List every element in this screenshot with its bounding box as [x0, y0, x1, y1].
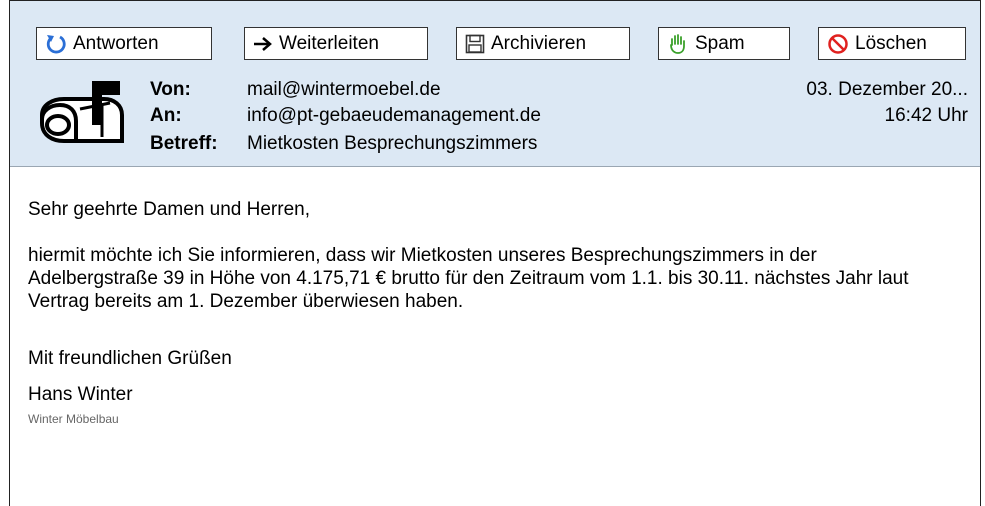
message-paragraph: hiermit möchte ich Sie informieren, dass… [28, 245, 909, 312]
hand-icon [667, 33, 689, 55]
subject-label: Betreff: [150, 133, 218, 154]
from-label: Von: [150, 79, 191, 100]
email-header: Antworten Weiterleiten Archivieren Spam … [10, 1, 980, 167]
to-label: An: [150, 105, 182, 126]
spam-label: Spam [695, 32, 745, 54]
email-body: Sehr geehrte Damen und Herren, hiermit m… [28, 198, 938, 431]
forward-label: Weiterleiten [279, 32, 379, 54]
reply-icon [45, 33, 67, 55]
subject-value: Mietkosten Besprechungszimmers [247, 133, 538, 154]
sender-name: Hans Winter [28, 384, 133, 405]
no-entry-icon [827, 33, 849, 55]
email-date: 03. Dezember 20... [806, 79, 968, 100]
mailbox-icon [34, 75, 144, 152]
to-address[interactable]: info@pt-gebaeudemanagement.de [247, 105, 541, 127]
reply-button[interactable]: Antworten [36, 27, 212, 60]
spam-button[interactable]: Spam [658, 27, 790, 60]
forward-arrow-icon [253, 36, 273, 52]
delete-label: Löschen [855, 32, 927, 54]
save-disk-icon [465, 34, 485, 54]
forward-button[interactable]: Weiterleiten [244, 27, 428, 60]
archive-button[interactable]: Archivieren [456, 27, 630, 60]
closing: Mit freundlichen Grüßen [28, 348, 232, 369]
sender-company: Winter Möbelbau [28, 412, 119, 426]
reply-label: Antworten [73, 32, 159, 54]
greeting: Sehr geehrte Damen und Herren, [28, 199, 310, 220]
from-address[interactable]: mail@wintermoebel.de [247, 79, 441, 101]
email-time: 16:42 Uhr [884, 105, 968, 126]
delete-button[interactable]: Löschen [818, 27, 966, 60]
archive-label: Archivieren [491, 32, 587, 54]
